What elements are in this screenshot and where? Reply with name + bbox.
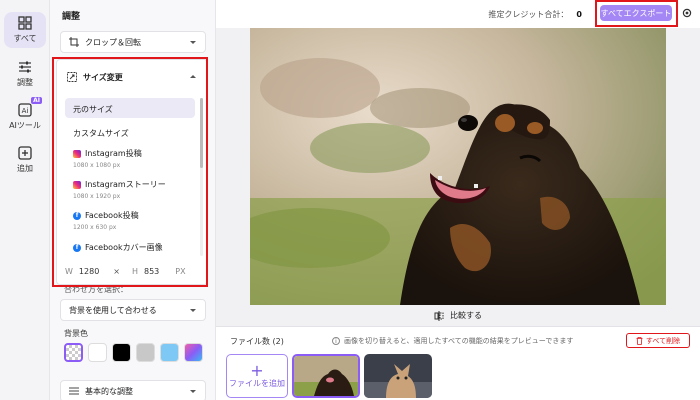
- height-input[interactable]: 853: [142, 264, 161, 278]
- resize-section: サイズ変更 元のサイズ カスタムサイズ Instagram投稿 1080 x 1…: [56, 59, 208, 285]
- instagram-icon: [73, 149, 81, 158]
- option-dimensions: 1200 x 630 px: [73, 224, 117, 231]
- crop-rotate-dropdown[interactable]: クロップ＆回転: [60, 31, 206, 53]
- unit-label: PX: [175, 266, 186, 276]
- resize-label: サイズ変更: [83, 72, 123, 82]
- delete-all-label: すべて削除: [645, 336, 681, 345]
- option-custom-size[interactable]: カスタムサイズ: [65, 122, 195, 140]
- instagram-icon: [73, 180, 81, 189]
- grid-icon: [18, 16, 32, 30]
- scrollbar-thumb[interactable]: [200, 98, 203, 168]
- resize-options-list: 元のサイズ カスタムサイズ Instagram投稿 1080 x 1080 px…: [65, 98, 201, 256]
- rail-item-ai-tools[interactable]: AI Ai AIツール: [4, 97, 46, 135]
- svg-text:Ai: Ai: [22, 107, 29, 115]
- option-label: Instagramストーリー: [85, 180, 166, 189]
- width-input[interactable]: 1280: [77, 264, 101, 278]
- swatch-gradient[interactable]: [184, 343, 203, 362]
- width-label: W: [65, 266, 73, 276]
- preview-hint-text: 画像を切り替えると、適用したすべての機能の結果をプレビューできます: [344, 337, 574, 345]
- add-file-label: ファイルを追加: [229, 378, 285, 388]
- chevron-down-icon: [190, 390, 196, 393]
- cat-thumbnail-image: [364, 354, 432, 398]
- swatch-black[interactable]: [112, 343, 131, 362]
- crop-icon: [69, 37, 79, 47]
- chevron-up-icon: [190, 75, 196, 78]
- rail-item-add[interactable]: 追加: [4, 142, 46, 178]
- option-label: カスタムサイズ: [73, 129, 129, 138]
- height-label: H: [131, 266, 138, 276]
- basic-adjust-dropdown[interactable]: 基本的な調整: [60, 380, 206, 400]
- adjust-panel: 調整 クロップ＆回転 サイズ変更 元のサイズ カスタムサイズ Instagram…: [50, 0, 216, 400]
- settings-icon[interactable]: [682, 8, 692, 18]
- resize-icon: [67, 72, 77, 82]
- plus-icon: +: [250, 360, 264, 380]
- bg-color-label: 背景色: [64, 329, 88, 338]
- thumbnail-dog[interactable]: [292, 354, 360, 398]
- plus-square-icon: [18, 146, 32, 160]
- option-dimensions: 1080 x 1920 px: [73, 193, 121, 200]
- facebook-icon: f: [73, 211, 81, 220]
- swatch-white[interactable]: [88, 343, 107, 362]
- dog-thumbnail-image: [294, 356, 358, 396]
- panel-title: 調整: [62, 12, 81, 22]
- crop-rotate-label: クロップ＆回転: [85, 37, 141, 47]
- chevron-down-icon: [190, 41, 196, 44]
- compare-icon: [434, 310, 444, 321]
- ai-icon: Ai: [18, 103, 32, 117]
- trash-icon: [636, 336, 643, 345]
- fit-method-value: 背景を使用して合わせる: [69, 305, 157, 315]
- left-rail: すべて 調整 AI Ai AIツール 追加: [0, 0, 50, 400]
- dimensions-row: W 1280 × H 853 PX: [65, 264, 190, 278]
- sliders-icon: [19, 61, 31, 73]
- sliders-icon: [69, 387, 79, 395]
- bg-color-swatches: [64, 343, 203, 362]
- rail-label-adjust: 調整: [17, 78, 33, 87]
- dog-image: [250, 28, 666, 305]
- add-file-button[interactable]: + ファイルを追加: [226, 354, 288, 398]
- resize-header[interactable]: サイズ変更: [67, 70, 197, 84]
- thumbnail-cat[interactable]: [364, 354, 432, 398]
- option-original-size[interactable]: 元のサイズ: [65, 98, 195, 118]
- swatch-gray[interactable]: [136, 343, 155, 362]
- export-all-button[interactable]: すべてエクスポート: [600, 5, 672, 21]
- preview-hint: i 画像を切り替えると、適用したすべての機能の結果をプレビューできます: [332, 336, 573, 346]
- dog-photo: [250, 28, 666, 305]
- option-facebook-post[interactable]: f Facebook投稿 1200 x 630 px: [65, 210, 195, 238]
- option-dimensions: 1080 x 1080 px: [73, 162, 121, 169]
- option-instagram-story[interactable]: Instagramストーリー 1080 x 1920 px: [65, 179, 195, 207]
- rail-label-add: 追加: [17, 164, 33, 173]
- rail-label-ai-tools: AIツール: [9, 121, 41, 130]
- rail-label-all: すべて: [13, 34, 37, 43]
- swatch-light-blue[interactable]: [160, 343, 179, 362]
- option-label: Facebook投稿: [85, 211, 139, 220]
- times-sign: ×: [113, 266, 120, 276]
- files-bar: ファイル数 (2) i 画像を切り替えると、適用したすべての機能の結果をプレビュ…: [216, 327, 700, 400]
- chevron-down-icon: [190, 309, 196, 312]
- credit-estimate-value: 0: [576, 10, 582, 19]
- fit-method-dropdown[interactable]: 背景を使用して合わせる: [60, 299, 206, 321]
- rail-item-all[interactable]: すべて: [4, 12, 46, 48]
- fit-method-label: 合わせ方を選択：: [64, 285, 128, 294]
- delete-all-button[interactable]: すべて削除: [626, 333, 690, 348]
- options-scrollbar[interactable]: [200, 98, 203, 256]
- file-count: ファイル数 (2): [230, 337, 284, 346]
- basic-adjust-label: 基本的な調整: [85, 386, 133, 396]
- compare-toggle[interactable]: 比較する: [216, 310, 700, 321]
- preview-area: 推定クレジット合計： 0 すべてエクスポート 比較する ファイル数 (2) i …: [216, 0, 700, 400]
- ai-badge: AI: [31, 97, 42, 104]
- option-instagram-post[interactable]: Instagram投稿 1080 x 1080 px: [65, 148, 195, 176]
- option-facebook-cover[interactable]: f Facebookカバー画像: [65, 242, 195, 256]
- compare-label: 比較する: [450, 311, 482, 320]
- option-label: Facebookカバー画像: [85, 243, 163, 252]
- facebook-icon: f: [73, 243, 81, 252]
- info-icon: i: [332, 337, 340, 345]
- option-label: Instagram投稿: [85, 149, 142, 158]
- credit-estimate: 推定クレジット合計： 0: [488, 9, 582, 20]
- credit-estimate-label: 推定クレジット合計：: [488, 10, 569, 19]
- swatch-transparent[interactable]: [64, 343, 83, 362]
- option-label: 元のサイズ: [73, 105, 113, 114]
- rail-item-adjust[interactable]: 調整: [4, 56, 46, 92]
- top-bar: 推定クレジット合計： 0 すべてエクスポート: [216, 0, 700, 28]
